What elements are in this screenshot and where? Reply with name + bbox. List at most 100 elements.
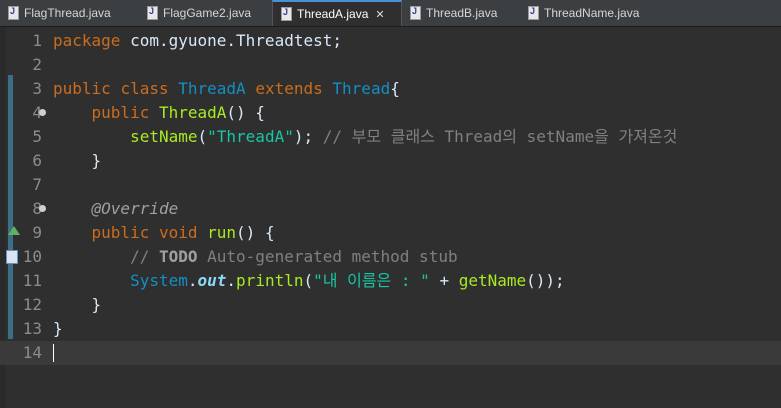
line-number: 10	[22, 247, 42, 266]
code-text[interactable]: System.out.println("내 이름은 : " + getName(…	[53, 269, 565, 293]
java-file-icon	[147, 6, 158, 20]
fold-toggle-icon[interactable]	[39, 109, 46, 116]
code-token: (	[197, 127, 208, 146]
code-token: TODO	[158, 247, 198, 266]
code-line[interactable]: 9 public void run() {	[0, 221, 781, 245]
line-number: 8	[32, 199, 42, 218]
code-token: {	[390, 79, 400, 98]
code-token: run	[207, 223, 237, 242]
code-text[interactable]: public class ThreadA extends Thread{	[53, 77, 400, 101]
code-line[interactable]: 8 @Override	[0, 197, 781, 221]
line-number: 11	[22, 271, 42, 290]
line-number: 12	[22, 295, 42, 314]
code-token: void	[158, 223, 198, 242]
code-line[interactable]: 2	[0, 53, 781, 77]
code-text[interactable]: // TODO Auto-generated method stub	[53, 245, 458, 269]
tab-flaggame2[interactable]: FlagGame2.java	[139, 0, 272, 26]
tab-label: ThreadA.java	[297, 7, 369, 21]
code-line[interactable]: 5 setName("ThreadA"); // 부모 클래스 Thread의 …	[0, 125, 781, 149]
tab-label: FlagThread.java	[24, 6, 111, 20]
code-editor[interactable]: 1 package com.gyuone.Threadtest; 2 3 public …	[0, 27, 781, 408]
code-token: getName	[458, 271, 527, 290]
code-token: setName	[130, 127, 198, 146]
code-token: ());	[526, 271, 565, 290]
code-line[interactable]: 4 public ThreadA() {	[0, 101, 781, 125]
tab-label: ThreadB.java	[426, 6, 498, 20]
code-token: com.gyuone.Threadtest;	[120, 31, 342, 50]
code-line[interactable]: 1 package com.gyuone.Threadtest;	[0, 29, 781, 53]
code-token: "내 이름은 : "	[313, 271, 430, 290]
code-text[interactable]: setName("ThreadA"); // 부모 클래스 Thread의 se…	[53, 125, 677, 149]
code-token: public	[91, 223, 150, 242]
code-line[interactable]: 14	[0, 341, 781, 365]
code-token: public	[53, 79, 111, 98]
code-text[interactable]: @Override	[53, 197, 179, 221]
code-line[interactable]: 3 public class ThreadA extends Thread{	[0, 77, 781, 101]
line-number: 6	[32, 151, 42, 170]
line-number: 14	[22, 343, 42, 362]
code-token: class	[120, 79, 169, 98]
code-token: }	[53, 151, 102, 170]
java-file-icon	[528, 6, 539, 20]
code-line[interactable]: 12 }	[0, 293, 781, 317]
line-number: 3	[32, 79, 42, 98]
code-line[interactable]: 6 }	[0, 149, 781, 173]
code-token: // 부모 클래스 Thread의 setName을 가져온것	[322, 127, 678, 146]
code-text[interactable]: }	[53, 149, 102, 173]
code-line[interactable]: 7	[0, 173, 781, 197]
tab-threada[interactable]: ThreadA.java ✕	[272, 0, 402, 26]
code-token: //	[130, 247, 159, 266]
java-file-icon	[281, 7, 292, 21]
eclipse-editor-window: FlagThread.java FlagGame2.java ThreadA.j…	[0, 0, 781, 408]
tab-flagthread[interactable]: FlagThread.java	[0, 0, 139, 26]
line-number: 1	[32, 31, 42, 50]
code-text[interactable]: }	[53, 293, 102, 317]
code-token: }	[53, 295, 102, 314]
code-token: () {	[226, 103, 265, 122]
code-line[interactable]: 13}	[0, 317, 781, 341]
line-number: 13	[22, 319, 42, 338]
code-token: "ThreadA"	[207, 127, 294, 146]
fold-toggle-icon[interactable]	[39, 205, 46, 212]
code-token: System	[130, 271, 188, 290]
editor-tab-bar: FlagThread.java FlagGame2.java ThreadA.j…	[0, 0, 781, 27]
code-text[interactable]: package com.gyuone.Threadtest;	[53, 29, 342, 53]
tab-label: ThreadName.java	[544, 6, 640, 20]
close-icon[interactable]: ✕	[375, 8, 384, 21]
code-line[interactable]: 10 // TODO Auto-generated method stub	[0, 245, 781, 269]
code-line[interactable]: 11 System.out.println("내 이름은 : " + getNa…	[0, 269, 781, 293]
code-token: out	[197, 271, 227, 290]
tab-label: FlagGame2.java	[163, 6, 252, 20]
text-caret	[53, 344, 54, 362]
code-text[interactable]: }	[53, 317, 63, 341]
code-token: () {	[236, 223, 275, 242]
code-token: .	[226, 271, 237, 290]
tab-threadname[interactable]: ThreadName.java	[520, 0, 668, 26]
code-token: +	[429, 271, 459, 290]
task-marker-icon[interactable]	[6, 250, 18, 264]
code-token: public	[91, 103, 150, 122]
line-number: 4	[32, 103, 42, 122]
code-token: }	[53, 319, 63, 338]
java-file-icon	[410, 6, 421, 20]
tab-threadb[interactable]: ThreadB.java	[402, 0, 520, 26]
code-text[interactable]: public void run() {	[53, 221, 275, 245]
code-text[interactable]: public ThreadA() {	[53, 101, 265, 125]
java-file-icon	[8, 6, 19, 20]
line-number: 7	[32, 175, 42, 194]
override-marker-icon[interactable]	[8, 226, 20, 235]
code-token: println	[236, 271, 304, 290]
code-token: );	[293, 127, 323, 146]
